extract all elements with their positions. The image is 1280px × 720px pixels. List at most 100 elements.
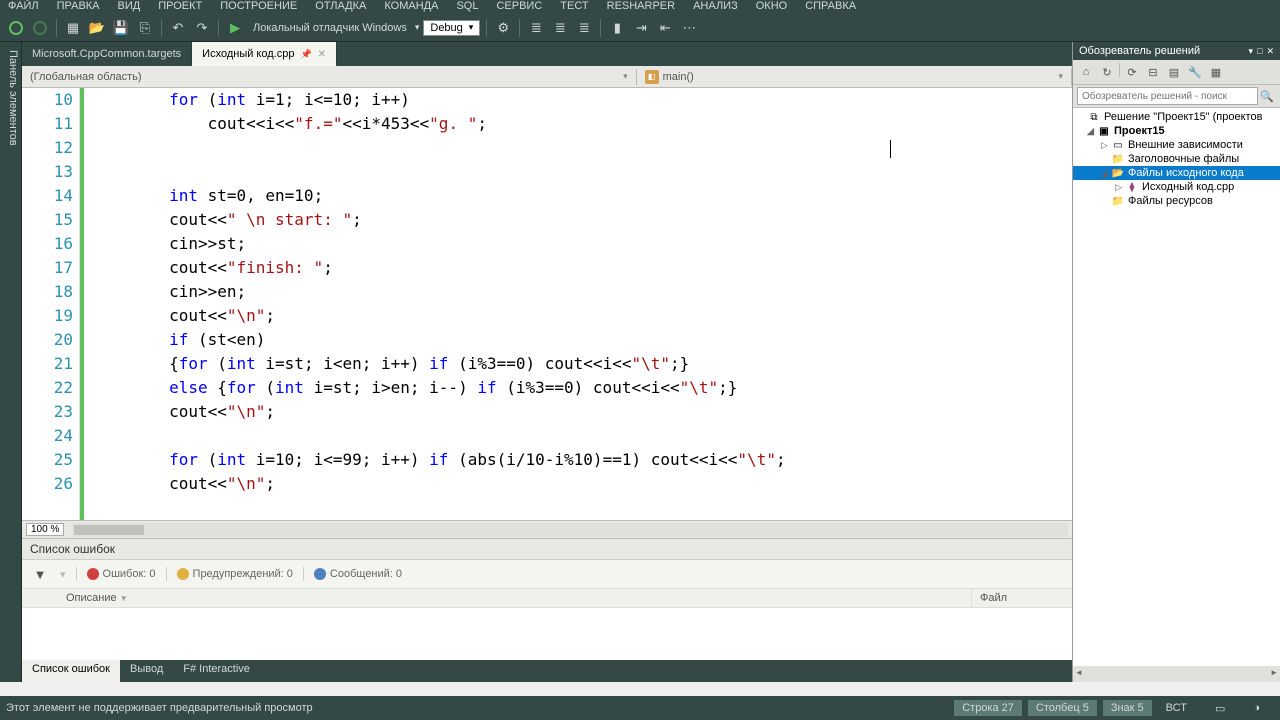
- pin-icon[interactable]: 📌: [300, 49, 311, 60]
- messages-filter[interactable]: Сообщений: 0: [314, 568, 402, 580]
- menu-анализ[interactable]: АНАЛИЗ: [693, 0, 738, 12]
- col-description[interactable]: Описание ▼: [58, 589, 972, 607]
- warnings-filter[interactable]: Предупреждений: 0: [177, 568, 293, 580]
- menu-тест[interactable]: ТЕСТ: [560, 0, 588, 12]
- collapse-icon[interactable]: ⊟: [1144, 63, 1162, 81]
- menu-команда[interactable]: КОМАНДА: [384, 0, 438, 12]
- menu-сервис[interactable]: СЕРВИС: [496, 0, 542, 12]
- status-notify-icon[interactable]: ▭: [1201, 702, 1239, 715]
- menu-построение[interactable]: ПОСТРОЕНИЕ: [220, 0, 297, 12]
- btab-output[interactable]: Вывод: [120, 660, 173, 682]
- menu-файл[interactable]: ФАЙЛ: [8, 0, 39, 12]
- scope-bar: (Глобальная область) ◧main(): [22, 66, 1072, 88]
- nav-fwd-icon[interactable]: [30, 18, 50, 38]
- menu-справка[interactable]: СПРАВКА: [805, 0, 856, 12]
- info-icon: [314, 568, 326, 580]
- tree-source-folder[interactable]: ◢📂Файлы исходного кода: [1073, 166, 1280, 180]
- toolbox-strip[interactable]: Панель элементов: [0, 42, 22, 682]
- save-all-icon[interactable]: ⎘: [135, 18, 155, 38]
- errors-filter[interactable]: Ошибок: 0: [87, 568, 156, 580]
- tool-e-icon[interactable]: ▮: [607, 18, 627, 38]
- tool-g-icon[interactable]: ⇤: [655, 18, 675, 38]
- menu-правка[interactable]: ПРАВКА: [57, 0, 100, 12]
- tab-targets[interactable]: Microsoft.CppCommon.targets: [22, 42, 192, 66]
- solution-icon: ⧉: [1087, 111, 1101, 123]
- solution-search-input[interactable]: [1077, 87, 1258, 105]
- menu-sql[interactable]: SQL: [456, 0, 478, 12]
- menu-resharper[interactable]: RESHARPER: [607, 0, 675, 12]
- zoom-combo[interactable]: 100 %: [26, 523, 64, 536]
- tree-headers[interactable]: 📁Заголовочные файлы: [1073, 152, 1280, 166]
- main-toolbar: ▦ 📂 💾 ⎘ ↶ ↷ ▶ Локальный отладчик Windows…: [0, 14, 1280, 42]
- config-combo[interactable]: Debug: [423, 20, 480, 36]
- tree-solution-root[interactable]: ⧉Решение "Проект15" (проектов: [1073, 110, 1280, 124]
- status-message: Этот элемент не поддерживает предварител…: [6, 702, 948, 714]
- document-tabs: Microsoft.CppCommon.targets Исходный код…: [22, 42, 1072, 66]
- menu-отладка[interactable]: ОТЛАДКА: [315, 0, 366, 12]
- error-list-panel: Список ошибок ▼▾ Ошибок: 0 Предупреждени…: [22, 538, 1072, 660]
- btab-errors[interactable]: Список ошибок: [22, 660, 120, 682]
- solution-tree[interactable]: ⧉Решение "Проект15" (проектов ◢▣Проект15…: [1073, 108, 1280, 666]
- status-line: Строка 27: [954, 700, 1022, 716]
- code-content[interactable]: for (int i=1; i<=10; i++) cout<<i<<"f.="…: [84, 88, 1072, 520]
- undo-icon[interactable]: ↶: [168, 18, 188, 38]
- sync-icon[interactable]: ↻: [1098, 63, 1116, 81]
- tool-c-icon[interactable]: ≣: [550, 18, 570, 38]
- filter-icon[interactable]: ▼: [30, 564, 50, 584]
- menu-вид[interactable]: ВИД: [118, 0, 141, 12]
- new-project-icon[interactable]: ▦: [63, 18, 83, 38]
- tool-d-icon[interactable]: ≣: [574, 18, 594, 38]
- text-cursor: [890, 140, 891, 158]
- tool-b-icon[interactable]: ≣: [526, 18, 546, 38]
- preview-icon[interactable]: ▦: [1207, 63, 1225, 81]
- close-panel-icon[interactable]: ✕: [1266, 46, 1274, 57]
- refresh-icon[interactable]: ⟳: [1123, 63, 1141, 81]
- scope-global-combo[interactable]: (Глобальная область): [22, 69, 637, 85]
- status-col: Столбец 5: [1028, 700, 1097, 716]
- maximize-icon[interactable]: □: [1257, 46, 1262, 57]
- error-columns: Описание ▼ Файл: [22, 589, 1072, 608]
- status-resize-icon[interactable]: ◑: [1239, 702, 1274, 714]
- h-scrollbar[interactable]: [72, 523, 1068, 537]
- tree-ext-deps[interactable]: ▷▭Внешние зависимости: [1073, 138, 1280, 152]
- folder-icon: 📁: [1111, 153, 1125, 165]
- tree-source-file[interactable]: ▷⧫Исходный код.cpp: [1073, 180, 1280, 194]
- home-icon[interactable]: ⌂: [1077, 63, 1095, 81]
- status-char: Знак 5: [1103, 700, 1152, 716]
- btab-fsharp[interactable]: F# Interactive: [173, 660, 260, 682]
- tool-f-icon[interactable]: ⇥: [631, 18, 651, 38]
- redo-icon[interactable]: ↷: [192, 18, 212, 38]
- debugger-label[interactable]: Локальный отладчик Windows: [249, 22, 411, 34]
- status-ins: ВСТ: [1152, 702, 1201, 714]
- project-icon: ▣: [1097, 125, 1111, 137]
- solution-search: 🔍: [1073, 85, 1280, 108]
- tool-a-icon[interactable]: ⚙: [493, 18, 513, 38]
- close-icon[interactable]: ✕: [318, 49, 326, 60]
- start-debug-icon[interactable]: ▶: [225, 18, 245, 38]
- nav-back-icon[interactable]: [6, 18, 26, 38]
- code-editor[interactable]: 1011121314151617181920212223242526 for (…: [22, 88, 1072, 520]
- tab-source[interactable]: Исходный код.cpp📌✕: [192, 42, 337, 66]
- col-file[interactable]: Файл: [972, 589, 1072, 607]
- solution-toolbar: ⌂ ↻ ⟳ ⊟ ▤ 🔧 ▦: [1073, 60, 1280, 85]
- search-icon[interactable]: 🔍: [1258, 87, 1276, 105]
- show-all-icon[interactable]: ▤: [1165, 63, 1183, 81]
- tool-h-icon[interactable]: ⋯: [679, 18, 699, 38]
- dropdown-icon[interactable]: ▾: [1248, 46, 1253, 57]
- menu-окно[interactable]: ОКНО: [756, 0, 787, 12]
- solution-hscroll[interactable]: [1073, 666, 1280, 682]
- folder-icon: 📁: [1111, 195, 1125, 207]
- tree-project[interactable]: ◢▣Проект15: [1073, 124, 1280, 138]
- scope-func-combo[interactable]: ◧main(): [637, 68, 1072, 86]
- main-menubar[interactable]: ФАЙЛ ПРАВКА ВИД ПРОЕКТ ПОСТРОЕНИЕ ОТЛАДКА КОМА…: [0, 0, 1280, 14]
- error-list-body[interactable]: [22, 608, 1072, 660]
- properties-icon[interactable]: 🔧: [1186, 63, 1204, 81]
- tree-resources[interactable]: 📁Файлы ресурсов: [1073, 194, 1280, 208]
- menu-проект[interactable]: ПРОЕКТ: [158, 0, 202, 12]
- open-icon[interactable]: 📂: [87, 18, 107, 38]
- save-icon[interactable]: 💾: [111, 18, 131, 38]
- error-filters: ▼▾ Ошибок: 0 Предупреждений: 0 Сообщений…: [22, 560, 1072, 589]
- solution-explorer-title: Обозреватель решений ▾□✕: [1073, 42, 1280, 60]
- line-gutter: 1011121314151617181920212223242526: [22, 88, 80, 520]
- editor-footer: 100 %: [22, 520, 1072, 538]
